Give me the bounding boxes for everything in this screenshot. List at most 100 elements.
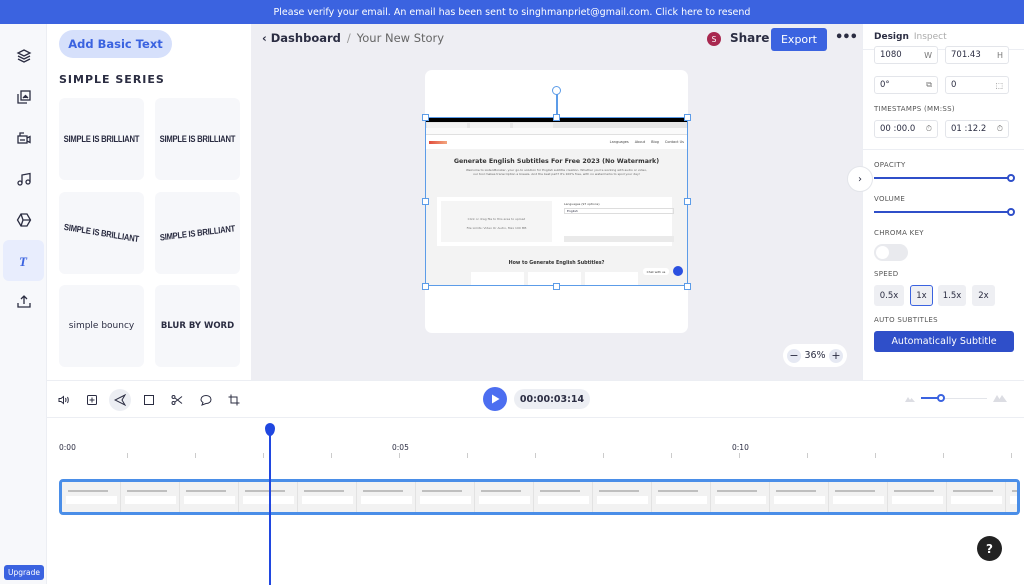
resize-handle-bottom-right[interactable] bbox=[684, 283, 691, 290]
automatically-subtitle-button[interactable]: Automatically Subtitle bbox=[874, 331, 1014, 352]
resize-handle-bottom[interactable] bbox=[553, 283, 560, 290]
crop-tool-button[interactable] bbox=[223, 389, 245, 411]
ruler-label: 0:05 bbox=[392, 443, 409, 452]
preset-tile[interactable]: SIMPLE IS BRILLIANT bbox=[59, 98, 144, 180]
comment-tool-button[interactable] bbox=[195, 389, 217, 411]
volume-tool-button[interactable] bbox=[53, 389, 75, 411]
clip-thumbnail-frame bbox=[62, 482, 121, 512]
volume-slider-thumb[interactable] bbox=[1007, 208, 1015, 216]
preset-tile[interactable]: SIMPLE IS BRILLIANT bbox=[59, 192, 144, 274]
play-button[interactable] bbox=[483, 387, 507, 411]
resize-handle-top[interactable] bbox=[553, 114, 560, 121]
breadcrumb-dashboard-link[interactable]: ‹ Dashboard bbox=[262, 31, 341, 45]
zoom-thumb[interactable] bbox=[936, 394, 945, 402]
chroma-key-toggle[interactable] bbox=[874, 244, 908, 261]
story-title[interactable]: Your New Story bbox=[357, 31, 444, 45]
export-button[interactable]: Export bbox=[771, 28, 827, 51]
ruler-tick bbox=[875, 453, 876, 458]
tool-rail: T bbox=[0, 24, 47, 584]
rail-item-text[interactable]: T bbox=[3, 240, 44, 281]
preset-label: SIMPLE IS BRILLIANT bbox=[63, 221, 140, 245]
timer-icon: ⏱ bbox=[925, 124, 932, 133]
preset-tile[interactable]: SIMPLE IS BRILLIANT bbox=[155, 192, 240, 274]
upload-text: Click or drag file to this area to uploa… bbox=[467, 217, 526, 221]
resize-handle-right[interactable] bbox=[684, 198, 691, 205]
clip-thumbnail-frame bbox=[1006, 482, 1017, 512]
add-tool-button[interactable] bbox=[81, 389, 103, 411]
tab-design[interactable]: Design bbox=[874, 32, 909, 42]
add-basic-text-button[interactable]: Add Basic Text bbox=[59, 30, 172, 58]
rail-item-layers[interactable] bbox=[3, 35, 44, 76]
how-to-title: How to Generate English Subtitles? bbox=[508, 261, 605, 266]
opacity-slider-thumb[interactable] bbox=[1007, 174, 1015, 182]
resize-handle-left[interactable] bbox=[422, 198, 429, 205]
help-button[interactable]: ? bbox=[977, 536, 1002, 561]
svg-text:T: T bbox=[19, 254, 28, 269]
site-nav-link: About bbox=[634, 140, 646, 144]
split-tool-button[interactable] bbox=[166, 389, 188, 411]
speed-option-1x[interactable]: 1x bbox=[910, 285, 933, 306]
site-nav-link: Languages bbox=[609, 140, 629, 144]
resize-handle-bottom-left[interactable] bbox=[422, 283, 429, 290]
verify-email-banner[interactable]: Please verify your email. An email has b… bbox=[0, 0, 1024, 24]
timestamps-label: TIMESTAMPS (MM:SS) bbox=[874, 105, 955, 113]
volume-slider[interactable] bbox=[874, 208, 1015, 216]
playhead-handle[interactable] bbox=[264, 423, 275, 436]
upload-limits: File Limits: Video Or Audio, Max 100 MB bbox=[466, 226, 527, 230]
banner-text[interactable]: Please verify your email. An email has b… bbox=[274, 7, 751, 18]
resize-handle-top-left[interactable] bbox=[422, 114, 429, 121]
end-time-field[interactable]: 01 :12.2 ⏱ bbox=[945, 120, 1009, 138]
timer-icon: ⏱ bbox=[996, 124, 1003, 133]
preset-label: SIMPLE IS BRILLIANT bbox=[63, 134, 140, 144]
zoom-out-button[interactable]: − bbox=[787, 348, 801, 363]
rail-item-upload[interactable] bbox=[3, 281, 44, 322]
width-field[interactable]: 1080 W bbox=[874, 46, 938, 64]
video-track-clip[interactable] bbox=[59, 479, 1020, 515]
more-options-button[interactable]: ••• bbox=[835, 30, 858, 45]
tab-inspect[interactable]: Inspect bbox=[914, 32, 947, 42]
rotate-handle[interactable] bbox=[552, 86, 561, 95]
collapse-panel-button[interactable]: › bbox=[847, 166, 873, 192]
zoom-in-button[interactable]: + bbox=[829, 348, 843, 363]
opacity-slider-track bbox=[874, 177, 1011, 179]
upgrade-button[interactable]: Upgrade bbox=[4, 565, 44, 580]
embedded-screen-recording[interactable]: Languages About Blog Contact Us Generate… bbox=[425, 117, 688, 286]
add-icon bbox=[87, 395, 97, 405]
timeline: 00:00:03:14 0:00 0:05 0:10 bbox=[47, 380, 1024, 585]
volume-icon bbox=[58, 395, 69, 405]
timeline-zoom-slider[interactable] bbox=[905, 393, 1007, 405]
volume-label: VOLUME bbox=[874, 195, 906, 203]
start-time-field[interactable]: 00 :00.0 ⏱ bbox=[874, 120, 938, 138]
preset-tile[interactable]: simple bouncy bbox=[59, 285, 144, 367]
avatar[interactable]: S bbox=[707, 32, 721, 46]
chevron-right-icon: › bbox=[858, 173, 862, 185]
preset-tile[interactable]: BLUR BY WORD bbox=[155, 285, 240, 367]
properties-panel: Design Inspect 1080 W 701.43 H 0° ⧉ 0 ⬚ … bbox=[862, 24, 1024, 380]
height-field[interactable]: 701.43 H bbox=[945, 46, 1009, 64]
rail-item-elements[interactable] bbox=[3, 199, 44, 240]
rail-item-record[interactable] bbox=[3, 117, 44, 158]
rail-item-media[interactable] bbox=[3, 76, 44, 117]
corner-radius-field[interactable]: 0 ⬚ bbox=[945, 76, 1009, 94]
share-button[interactable]: Share bbox=[730, 31, 769, 45]
resize-handle-top-right[interactable] bbox=[684, 114, 691, 121]
height-suffix: H bbox=[996, 50, 1003, 60]
preset-label: SIMPLE IS BRILLIANT bbox=[159, 134, 236, 144]
corner-radius-icon: ⬚ bbox=[995, 80, 1003, 90]
clip-thumbnail-frame bbox=[357, 482, 416, 512]
speed-option-0.5x[interactable]: 0.5x bbox=[874, 285, 904, 306]
ruler-tick bbox=[127, 453, 128, 458]
speed-option-1.5x[interactable]: 1.5x bbox=[938, 285, 966, 306]
ruler-tick bbox=[739, 453, 740, 458]
rotation-field[interactable]: 0° ⧉ bbox=[874, 76, 938, 94]
ruler-label: 0:00 bbox=[59, 443, 76, 452]
rail-item-audio[interactable] bbox=[3, 158, 44, 199]
square-tool-button[interactable] bbox=[138, 389, 160, 411]
preset-tile[interactable]: SIMPLE IS BRILLIANT bbox=[155, 98, 240, 180]
pointer-tool-button[interactable] bbox=[109, 389, 131, 411]
site-description: Welcome to ListenMonster, your go-to sol… bbox=[465, 168, 647, 176]
opacity-slider[interactable] bbox=[874, 174, 1015, 182]
zoom-in-mountain-icon bbox=[993, 395, 1007, 402]
ruler-tick bbox=[943, 453, 944, 458]
speed-option-2x[interactable]: 2x bbox=[972, 285, 995, 306]
